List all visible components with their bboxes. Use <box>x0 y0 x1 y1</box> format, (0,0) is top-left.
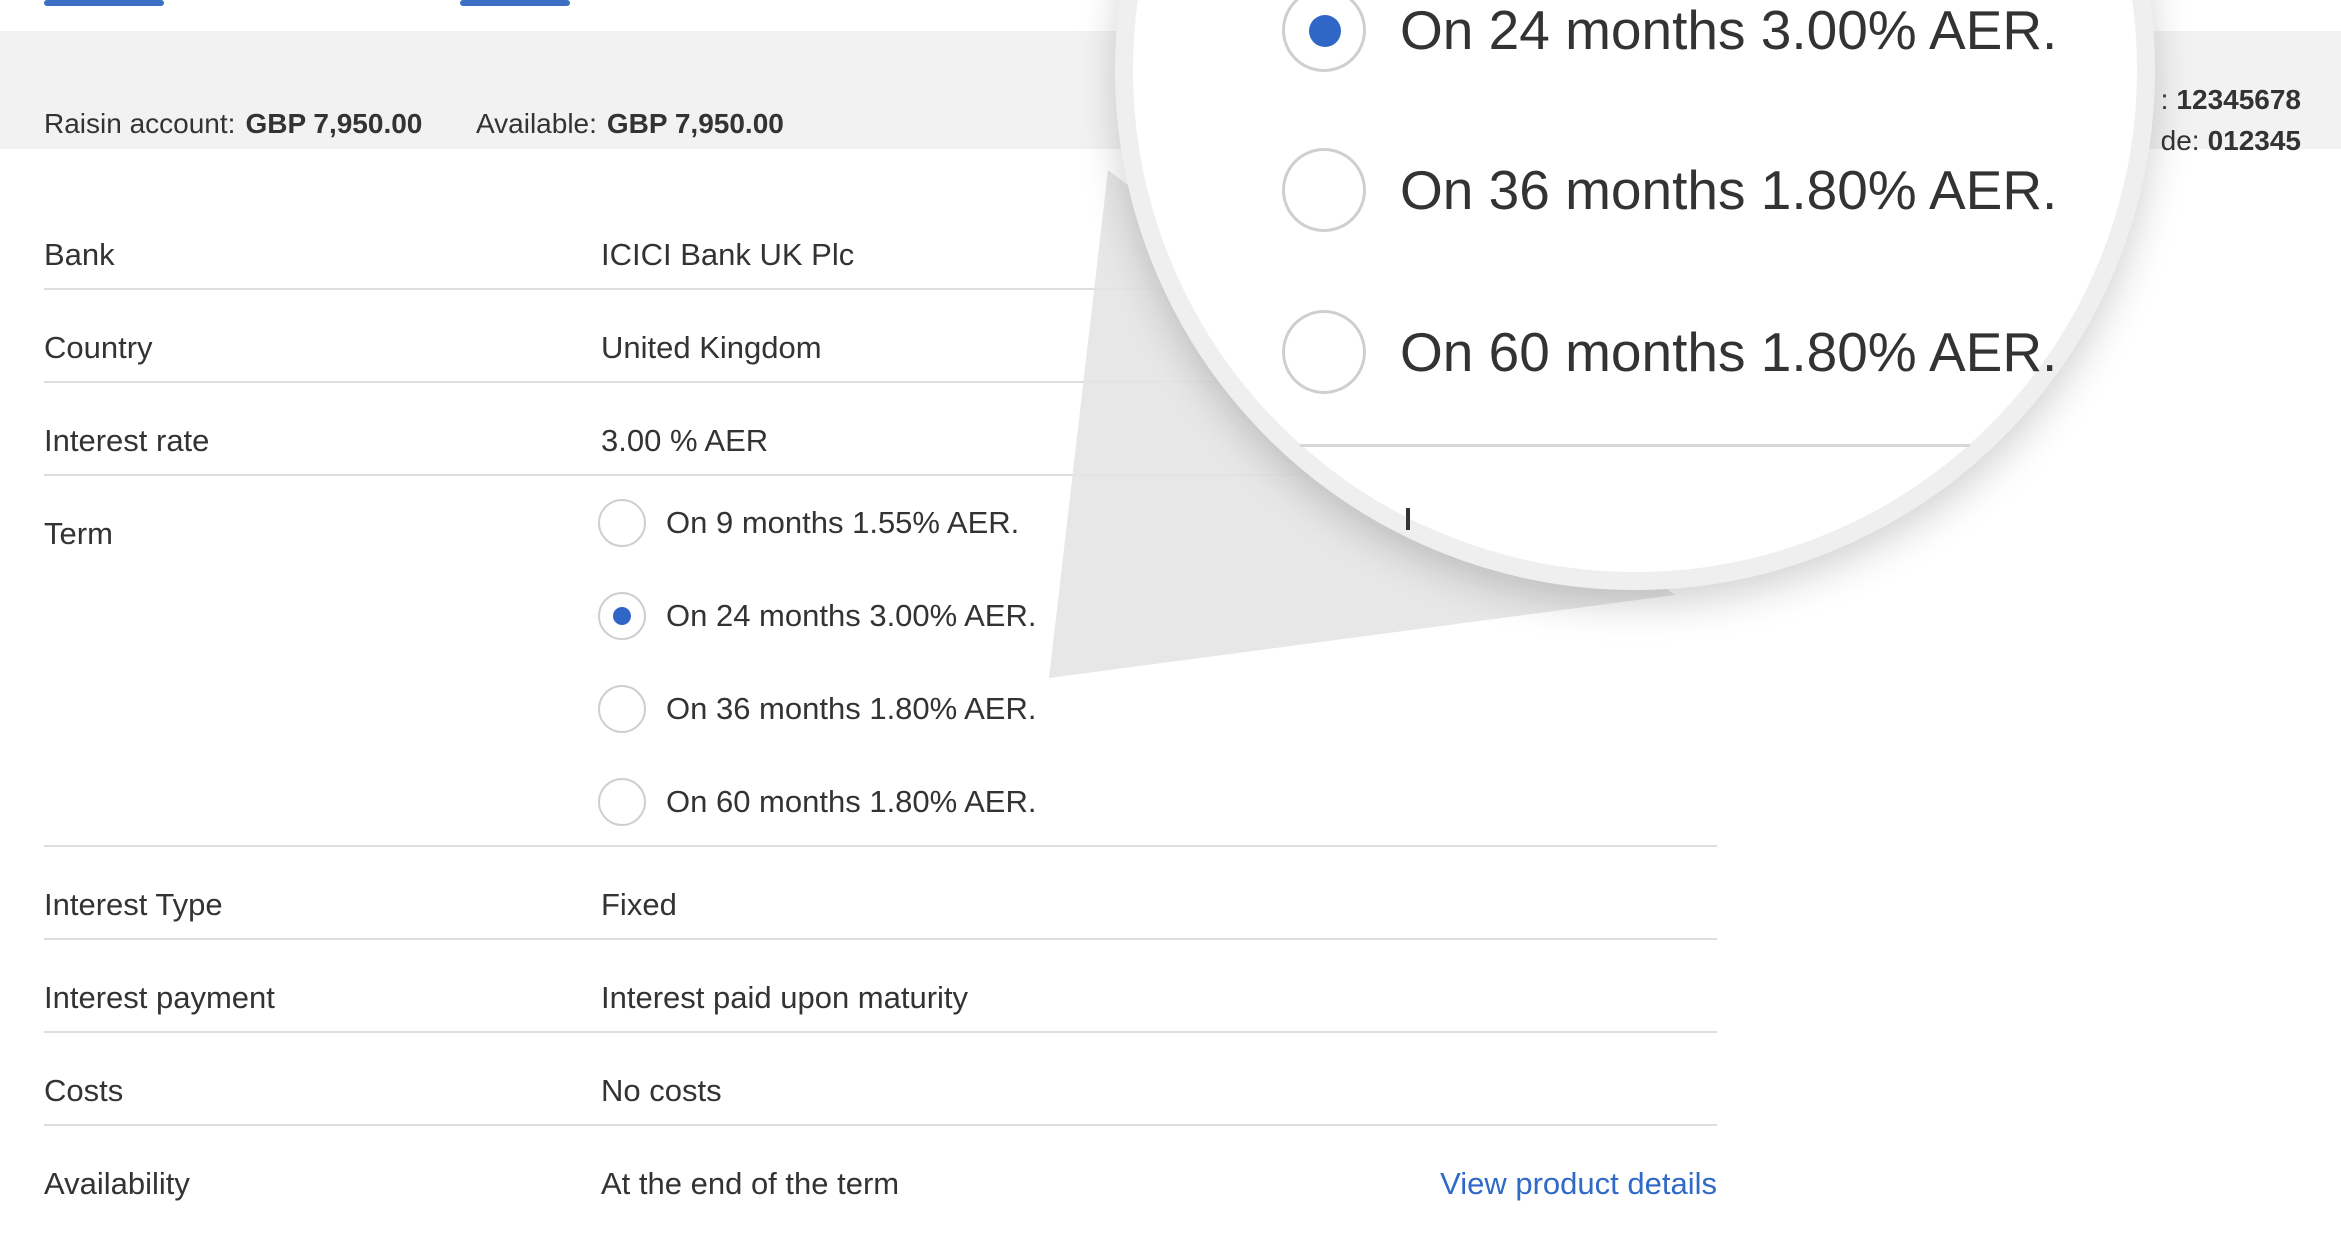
magnified-text-fragment <box>1406 508 1410 530</box>
raisin-account-label: Raisin account: <box>44 108 236 139</box>
term-option-label: On 24 months 3.00% AER. <box>666 598 1037 633</box>
view-product-details-link[interactable]: View product details <box>1440 1166 1717 1202</box>
magnified-option-label: On 60 months 1.80% AER. <box>1400 321 2058 383</box>
magnified-radio <box>1282 310 1366 394</box>
available-balance: Available: GBP 7,950.00 <box>476 108 784 140</box>
term-option-label: On 36 months 1.80% AER. <box>666 691 1037 726</box>
radio-button[interactable] <box>598 778 646 826</box>
term-label: Term <box>44 516 113 551</box>
bank-label: Bank <box>44 237 115 272</box>
interest-type-value: Fixed <box>601 887 677 922</box>
country-label: Country <box>44 330 153 365</box>
term-option-60-months[interactable]: On 60 months 1.80% AER. <box>598 777 1037 827</box>
magnified-option-label: On 36 months 1.80% AER. <box>1400 159 2058 221</box>
magnified-term-option-36-months: On 36 months 1.80% AER. <box>1282 148 2057 232</box>
available-label: Available: <box>476 108 597 139</box>
radio-button-selected[interactable] <box>598 592 646 640</box>
magnified-radio-selected <box>1282 0 1366 72</box>
account-number-value: 12345678 <box>2176 84 2301 115</box>
term-option-label: On 60 months 1.80% AER. <box>666 784 1037 819</box>
radio-button[interactable] <box>598 499 646 547</box>
detail-row-interest-payment: Interest payment Interest paid upon matu… <box>44 940 1717 1033</box>
sort-code-label: de: <box>2160 125 2200 156</box>
magnified-option-label: On 24 months 3.00% AER. <box>1400 0 2058 61</box>
magnified-divider <box>1300 444 1970 447</box>
term-option-36-months[interactable]: On 36 months 1.80% AER. <box>598 684 1037 734</box>
interest-payment-label: Interest payment <box>44 980 275 1015</box>
magnified-term-option-24-months: On 24 months 3.00% AER. <box>1282 0 2057 72</box>
interest-type-label: Interest Type <box>44 887 223 922</box>
available-value: GBP 7,950.00 <box>606 108 784 139</box>
detail-row-interest-type: Interest Type Fixed <box>44 847 1717 940</box>
country-value: United Kingdom <box>601 330 822 365</box>
availability-label: Availability <box>44 1166 190 1201</box>
interest-rate-value: 3.00 % AER <box>601 423 769 458</box>
magnified-term-option-60-months: On 60 months 1.80% AER. <box>1282 310 2057 394</box>
top-nav-link-fragment[interactable] <box>44 0 164 6</box>
interest-payment-value: Interest paid upon maturity <box>601 980 969 1015</box>
term-option-9-months[interactable]: On 9 months 1.55% AER. <box>598 498 1019 548</box>
detail-row-availability: Availability At the end of the term View… <box>44 1126 1717 1219</box>
account-number: :12345678 <box>2161 84 2301 116</box>
term-option-label: On 9 months 1.55% AER. <box>666 505 1020 540</box>
raisin-account-balance: Raisin account: GBP 7,950.00 <box>44 108 422 140</box>
costs-value: No costs <box>601 1073 722 1108</box>
sort-code: de: 012345 <box>2161 125 2301 157</box>
raisin-account-value: GBP 7,950.00 <box>245 108 423 139</box>
radio-button[interactable] <box>598 685 646 733</box>
costs-label: Costs <box>44 1073 124 1108</box>
magnified-radio <box>1282 148 1366 232</box>
account-number-label: : <box>2160 84 2169 115</box>
term-option-24-months[interactable]: On 24 months 3.00% AER. <box>598 591 1037 641</box>
top-nav-link-fragment[interactable] <box>460 0 570 6</box>
interest-rate-label: Interest rate <box>44 423 210 458</box>
detail-row-costs: Costs No costs <box>44 1033 1717 1126</box>
sort-code-value: 012345 <box>2207 125 2301 156</box>
availability-value: At the end of the term <box>601 1166 900 1201</box>
bank-value: ICICI Bank UK Plc <box>601 237 855 272</box>
